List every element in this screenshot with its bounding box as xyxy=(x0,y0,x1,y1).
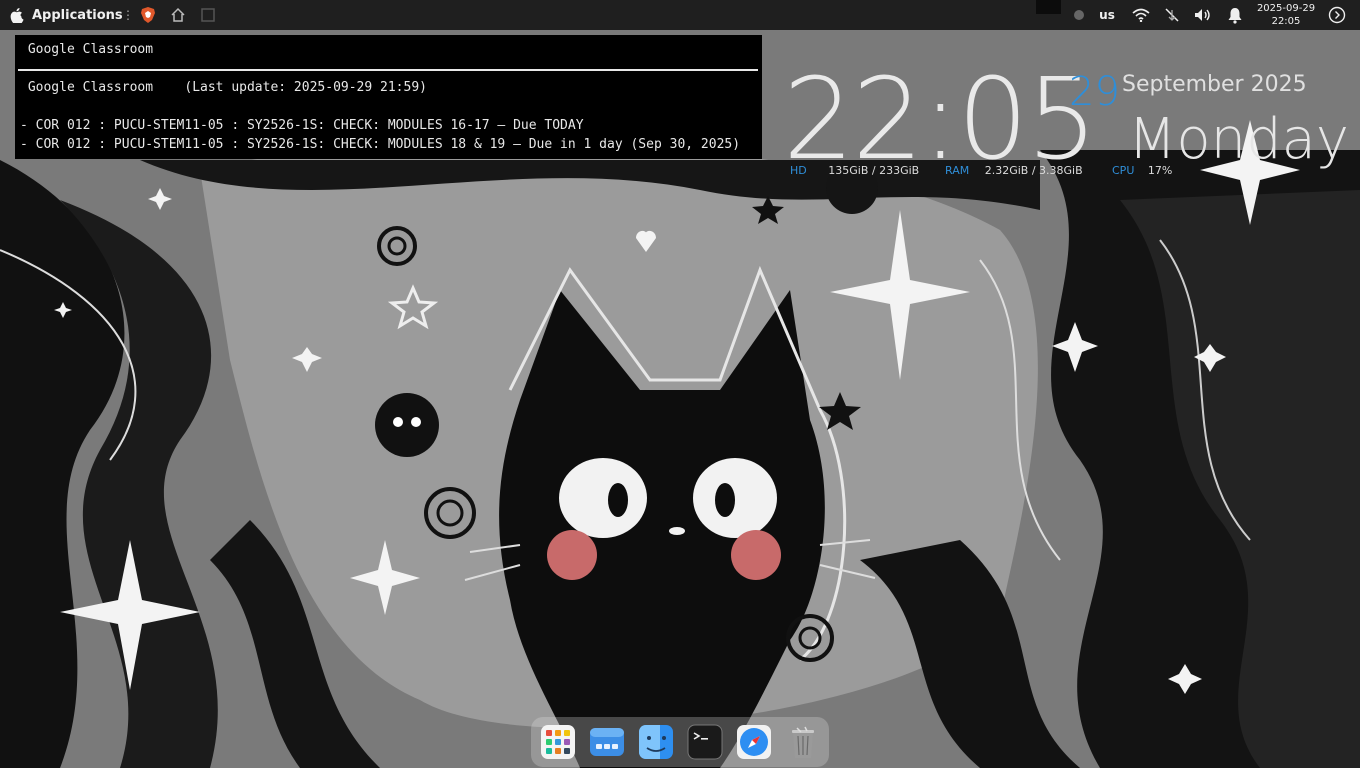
wifi-icon[interactable] xyxy=(1130,0,1152,30)
assignment-item: - COR 012 : PUCU-STEM11-05 : SY2526-1S: … xyxy=(20,118,584,133)
terminal-header: Google Classroom (Last update: 2025-09-2… xyxy=(27,80,427,95)
panel-window-indicator xyxy=(1036,0,1061,14)
applications-menu-button[interactable]: Applications xyxy=(32,0,123,30)
apple-icon[interactable] xyxy=(6,0,28,30)
terminal-title-line: Google Classroom xyxy=(20,42,153,58)
classroom-terminal-widget[interactable]: Google Classroom Google Classroom (Last … xyxy=(15,35,762,159)
weekday: Monday xyxy=(1128,107,1350,172)
top-panel: Applications ⋮ us 2025-09-29 22:05 xyxy=(0,0,1360,30)
terminal-header-line: Google Classroom (Last update: 2025-09-2… xyxy=(20,80,427,96)
hd-value: 135GiB / 233GiB xyxy=(828,164,920,177)
conky-clock-widget: 22:05 29 September 2025 Monday HD 135GiB… xyxy=(780,60,1360,190)
safari-icon[interactable] xyxy=(736,724,772,760)
volume-icon[interactable] xyxy=(1192,0,1214,30)
terminal-title: Google Classroom xyxy=(27,42,154,57)
ram-stat: RAM 2.32GiB / 3.38GiB xyxy=(945,164,1083,178)
assignment-item: - COR 012 : PUCU-STEM11-05 : SY2526-1S: … xyxy=(20,137,741,152)
hd-label: HD xyxy=(790,164,807,177)
ram-value: 2.32GiB / 3.38GiB xyxy=(984,164,1083,177)
panel-clock[interactable]: 2025-09-29 22:05 xyxy=(1252,0,1320,30)
files-icon[interactable] xyxy=(589,724,625,760)
notification-bell-icon[interactable] xyxy=(1224,0,1246,30)
trash-icon[interactable] xyxy=(785,724,821,760)
home-icon[interactable] xyxy=(168,0,188,30)
panel-date: 2025-09-29 xyxy=(1256,3,1316,14)
cpu-stat: CPU 17% xyxy=(1112,164,1172,178)
ram-label: RAM xyxy=(945,164,970,177)
terminal-divider xyxy=(18,69,758,71)
cpu-value: 17% xyxy=(1147,164,1173,177)
cpu-label: CPU xyxy=(1112,164,1135,177)
day-number: 29 xyxy=(1069,69,1120,115)
power-icon[interactable] xyxy=(1326,0,1348,30)
status-dot-icon[interactable] xyxy=(1070,0,1088,30)
brave-browser-icon[interactable] xyxy=(138,0,158,30)
finder-icon[interactable] xyxy=(638,724,674,760)
big-clock-time: 22:05 xyxy=(783,55,1098,185)
launchpad-icon[interactable] xyxy=(540,724,576,760)
month-year: September 2025 xyxy=(1122,72,1307,97)
network-disconnected-icon[interactable] xyxy=(1161,0,1183,30)
terminal-icon[interactable] xyxy=(687,724,723,760)
grip-icon[interactable]: ⋮ xyxy=(122,0,134,30)
terminal-icon[interactable] xyxy=(198,0,218,30)
keyboard-layout-indicator[interactable]: us xyxy=(1094,0,1120,30)
panel-time: 22:05 xyxy=(1271,16,1301,27)
hd-stat: HD 135GiB / 233GiB xyxy=(790,164,919,178)
dock xyxy=(531,717,829,767)
